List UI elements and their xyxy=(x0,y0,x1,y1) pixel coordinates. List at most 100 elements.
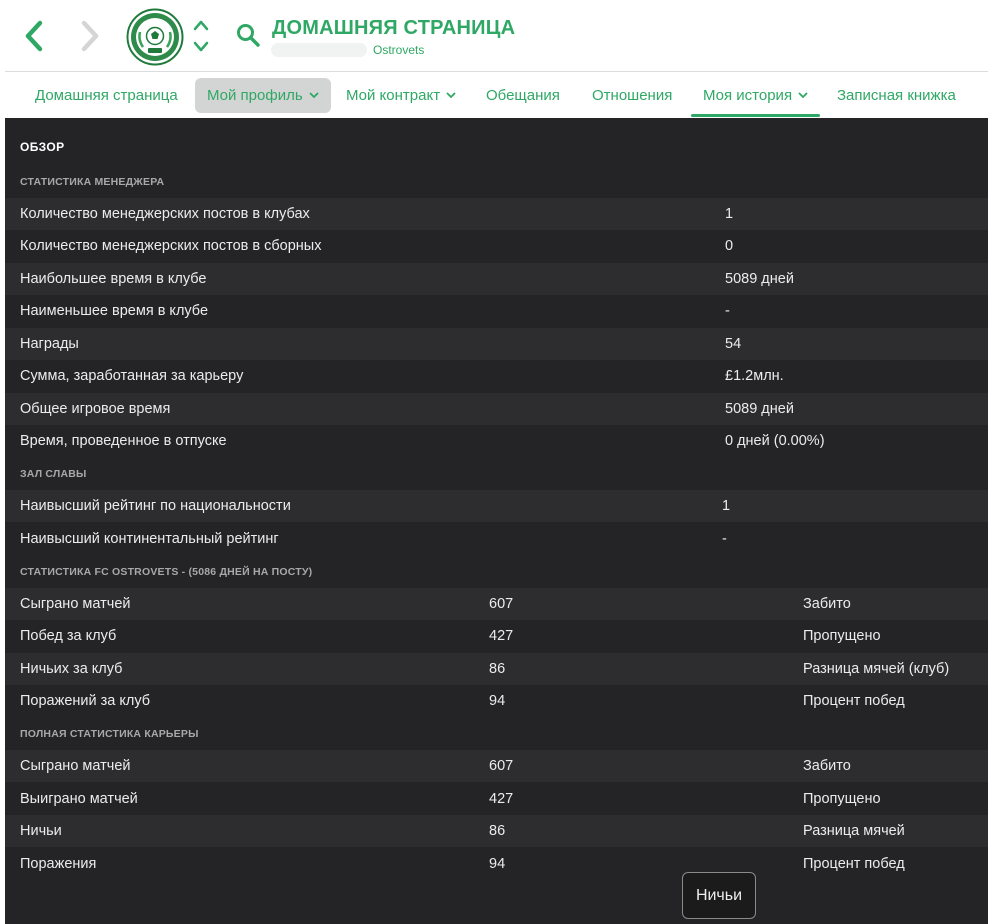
stat-label: Ничьи xyxy=(20,823,62,839)
stat-value: 427 xyxy=(489,628,514,644)
stat-label: Поражений за клуб xyxy=(20,693,151,709)
tab-notebook[interactable]: Записная книжка xyxy=(825,78,968,113)
stat-label-secondary: Процент побед xyxy=(803,693,905,709)
stat-value: 427 xyxy=(489,791,514,807)
stat-value: - xyxy=(722,531,727,547)
tab-home[interactable]: Домашняя страница xyxy=(23,78,190,113)
stat-label-secondary: Процент побед xyxy=(803,856,905,872)
stat-value: 607 xyxy=(489,596,514,612)
header: ДОМАШНЯЯ СТРАНИЦА Ostrovets Домашняя стр… xyxy=(0,0,988,118)
tab-label: Моя история xyxy=(703,87,793,104)
stat-value: 0 дней (0.00%) xyxy=(725,433,825,449)
table-row: Сыграно матчей 607 Забито xyxy=(5,588,988,620)
club-crest-icon[interactable] xyxy=(126,8,184,66)
draws-tooltip[interactable]: Ничьи xyxy=(682,872,756,919)
back-button[interactable] xyxy=(19,18,49,54)
overview-title: ОБЗОР xyxy=(20,140,65,154)
table-row: Наименьшее время в клубе - xyxy=(5,295,988,327)
stat-label: Сыграно матчей xyxy=(20,596,131,612)
next-club-button[interactable] xyxy=(191,38,211,56)
stat-label-secondary: Пропущено xyxy=(803,791,881,807)
table-row: Наивысший рейтинг по национальности 1 xyxy=(5,490,988,522)
chevron-right-icon xyxy=(81,20,99,52)
club-name[interactable]: Ostrovets xyxy=(373,43,424,57)
section-header-career-stats: ПОЛНАЯ СТАТИСТИКА КАРЬЕРЫ xyxy=(20,728,199,740)
tab-label: Отношения xyxy=(592,87,673,104)
tab-label: Мой контракт xyxy=(346,87,441,104)
chevron-up-icon xyxy=(193,20,209,31)
section-header-hall-of-fame: ЗАЛ СЛАВЫ xyxy=(20,468,87,480)
stat-label: Награды xyxy=(20,336,79,352)
tab-bar: Домашняя страница Мой профиль Мой контра… xyxy=(5,72,988,118)
table-row: Ничьих за клуб 86 Разница мячей (клуб) xyxy=(5,653,988,685)
chevron-left-icon xyxy=(25,20,43,52)
chevron-down-icon xyxy=(193,41,209,52)
table-row: Время, проведенное в отпуске 0 дней (0.0… xyxy=(5,425,988,457)
table-row: Поражения 94 Процент побед xyxy=(5,848,988,880)
stat-label-secondary: Разница мячей (клуб) xyxy=(803,661,950,677)
table-row: Наибольшее время в клубе 5089 дней xyxy=(5,263,988,295)
table-row: Общее игровое время 5089 дней xyxy=(5,393,988,425)
table-row: Сумма, заработанная за карьеру £1.2млн. xyxy=(5,360,988,392)
stat-label: Количество менеджерских постов в клубах xyxy=(20,206,310,222)
stat-label: Количество менеджерских постов в сборных xyxy=(20,238,322,254)
page-title: ДОМАШНЯЯ СТРАНИЦА xyxy=(272,17,516,39)
table-row: Количество менеджерских постов в сборных… xyxy=(5,230,988,262)
stat-label: Наименьшее время в клубе xyxy=(20,303,209,319)
table-row: Выиграно матчей 427 Пропущено xyxy=(5,783,988,815)
chevron-down-icon xyxy=(309,92,319,99)
top-bar: ДОМАШНЯЯ СТРАНИЦА Ostrovets xyxy=(5,0,988,72)
stat-label-secondary: Забито xyxy=(803,758,851,774)
previous-club-button[interactable] xyxy=(191,16,211,34)
stat-label-secondary: Разница мячей xyxy=(803,823,905,839)
table-row: Поражений за клуб 94 Процент побед xyxy=(5,685,988,717)
stat-value: 1 xyxy=(725,206,734,222)
section-header-manager-stats: СТАТИСТИКА МЕНЕДЖЕРА xyxy=(20,176,165,188)
table-row: Сыграно матчей 607 Забито xyxy=(5,750,988,782)
tab-my-history[interactable]: Моя история xyxy=(691,78,821,117)
stat-value: 86 xyxy=(489,823,506,839)
stat-label-secondary: Пропущено xyxy=(803,628,881,644)
stat-label: Ничьих за клуб xyxy=(20,661,123,677)
overview-panel: ОБЗОР СТАТИСТИКА МЕНЕДЖЕРА Количество ме… xyxy=(5,118,988,924)
stat-label: Наибольшее время в клубе xyxy=(20,271,207,287)
tab-relationships[interactable]: Отношения xyxy=(580,78,684,113)
stat-value: 86 xyxy=(489,661,506,677)
stat-label: Выиграно матчей xyxy=(20,791,138,807)
redacted-manager-name xyxy=(271,43,367,57)
tab-label: Записная книжка xyxy=(837,87,956,104)
stat-value: 94 xyxy=(489,693,506,709)
stat-value: 0 xyxy=(725,238,734,254)
tab-label: Мой профиль xyxy=(207,87,303,104)
tab-promises[interactable]: Обещания xyxy=(474,78,572,113)
forward-button[interactable] xyxy=(75,18,105,54)
stat-label-secondary: Забито xyxy=(803,596,851,612)
tab-label: Обещания xyxy=(486,87,560,104)
club-switcher xyxy=(191,16,211,56)
stat-value: 1 xyxy=(722,498,731,514)
stat-label: Поражения xyxy=(20,856,97,872)
stat-value: 607 xyxy=(489,758,514,774)
stat-label: Время, проведенное в отпуске xyxy=(20,433,227,449)
chevron-down-icon xyxy=(798,92,808,99)
table-row: Награды 54 xyxy=(5,328,988,360)
stat-label: Наивысший континентальный рейтинг xyxy=(20,531,279,547)
table-row: Побед за клуб 427 Пропущено xyxy=(5,620,988,652)
stat-label: Сумма, заработанная за карьеру xyxy=(20,368,244,384)
stat-value[interactable]: 54 xyxy=(725,328,741,360)
table-row: Наивысший континентальный рейтинг - xyxy=(5,523,988,555)
tab-my-contract[interactable]: Мой контракт xyxy=(334,78,468,113)
stat-label: Побед за клуб xyxy=(20,628,117,644)
stat-value: 94 xyxy=(489,856,506,872)
table-row: Количество менеджерских постов в клубах … xyxy=(5,198,988,230)
stat-label: Общее игровое время xyxy=(20,401,171,417)
stat-value: 5089 дней xyxy=(725,271,794,287)
chevron-down-icon xyxy=(446,92,456,99)
stat-label: Сыграно матчей xyxy=(20,758,131,774)
tab-my-profile[interactable]: Мой профиль xyxy=(195,78,331,113)
tab-label: Домашняя страница xyxy=(35,87,178,104)
table-row: Ничьи 86 Разница мячей xyxy=(5,815,988,847)
section-header-club-stats: СТАТИСТИКА FC OSTROVETS - (5086 ДНЕЙ НА … xyxy=(20,566,313,578)
stat-value: £1.2млн. xyxy=(725,368,784,384)
search-icon[interactable] xyxy=(235,22,261,48)
